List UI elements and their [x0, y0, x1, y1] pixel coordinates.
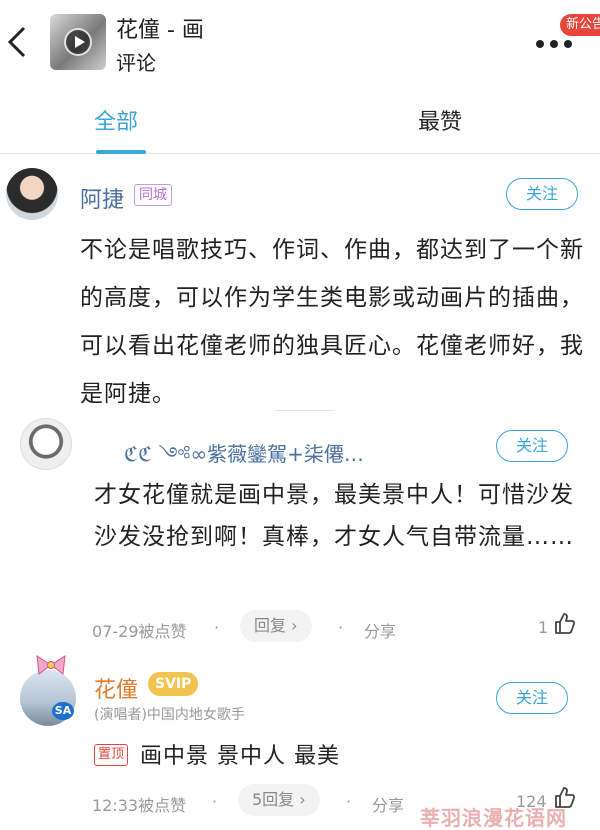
- comment-tabs: 全部 最赞: [0, 88, 600, 154]
- like-count: 1: [538, 618, 549, 637]
- like-date: 07-29被点赞: [92, 622, 187, 641]
- comment-username[interactable]: 阿捷: [80, 182, 124, 214]
- separator-dot: ·: [338, 618, 344, 637]
- same-city-tag: 同城: [134, 184, 172, 206]
- like-date: 12:33被点赞: [92, 796, 187, 815]
- new-notice-badge[interactable]: 新公告: [560, 14, 600, 36]
- reply-button[interactable]: 5回复 ›: [238, 784, 320, 816]
- separator-dot: ·: [214, 618, 220, 637]
- site-watermark: 莘羽浪漫花语网: [420, 806, 567, 830]
- divider: [275, 410, 335, 411]
- user-role: (演唱者)中国内地女歌手: [94, 707, 245, 723]
- active-tab-indicator: [96, 150, 146, 154]
- svip-badge: SVIP: [148, 672, 199, 696]
- share-button[interactable]: 分享: [364, 618, 396, 642]
- comment-text: 才女花僮就是画中景，最美景中人！可惜沙发沙发没抢到啊！真棒，才女人气自带流量……: [94, 482, 574, 550]
- header-bar: 花僮 - 画 评论 新公告: [0, 0, 600, 80]
- bow-decoration-icon: [36, 655, 66, 675]
- song-title: 花僮 - 画: [116, 18, 204, 43]
- comment-text: 画中景 景中人 最美: [140, 744, 340, 769]
- tab-most-liked[interactable]: 最赞: [418, 104, 462, 136]
- avatar[interactable]: [20, 418, 72, 470]
- separator-dot: ·: [346, 792, 352, 811]
- follow-button[interactable]: 关注: [506, 178, 578, 210]
- share-button[interactable]: 分享: [372, 792, 404, 816]
- comment-username[interactable]: 花僮: [94, 672, 138, 704]
- follow-button[interactable]: 关注: [496, 682, 568, 714]
- album-cover-thumbnail[interactable]: [50, 14, 106, 70]
- separator-dot: ·: [212, 792, 218, 811]
- thumbs-up-icon[interactable]: [553, 612, 577, 636]
- avatar[interactable]: [6, 168, 58, 220]
- comment-meta-row: 07-29被点赞 · 回复 › · 分享 1: [0, 610, 600, 644]
- follow-button[interactable]: 关注: [496, 430, 568, 462]
- pinned-badge: 置顶: [94, 744, 129, 766]
- back-arrow-icon[interactable]: [4, 22, 34, 62]
- comment-text: 不论是唱歌技巧、作词、作曲，都达到了一个新的高度，可以作为学生类电影或动画片的插…: [80, 237, 584, 407]
- more-options-icon[interactable]: [532, 40, 576, 50]
- reply-button[interactable]: 回复 ›: [240, 610, 312, 642]
- tab-all[interactable]: 全部: [94, 104, 138, 136]
- page-subtitle: 评论: [116, 51, 156, 75]
- play-icon[interactable]: [64, 28, 92, 56]
- verified-singer-badge: SA: [52, 702, 74, 720]
